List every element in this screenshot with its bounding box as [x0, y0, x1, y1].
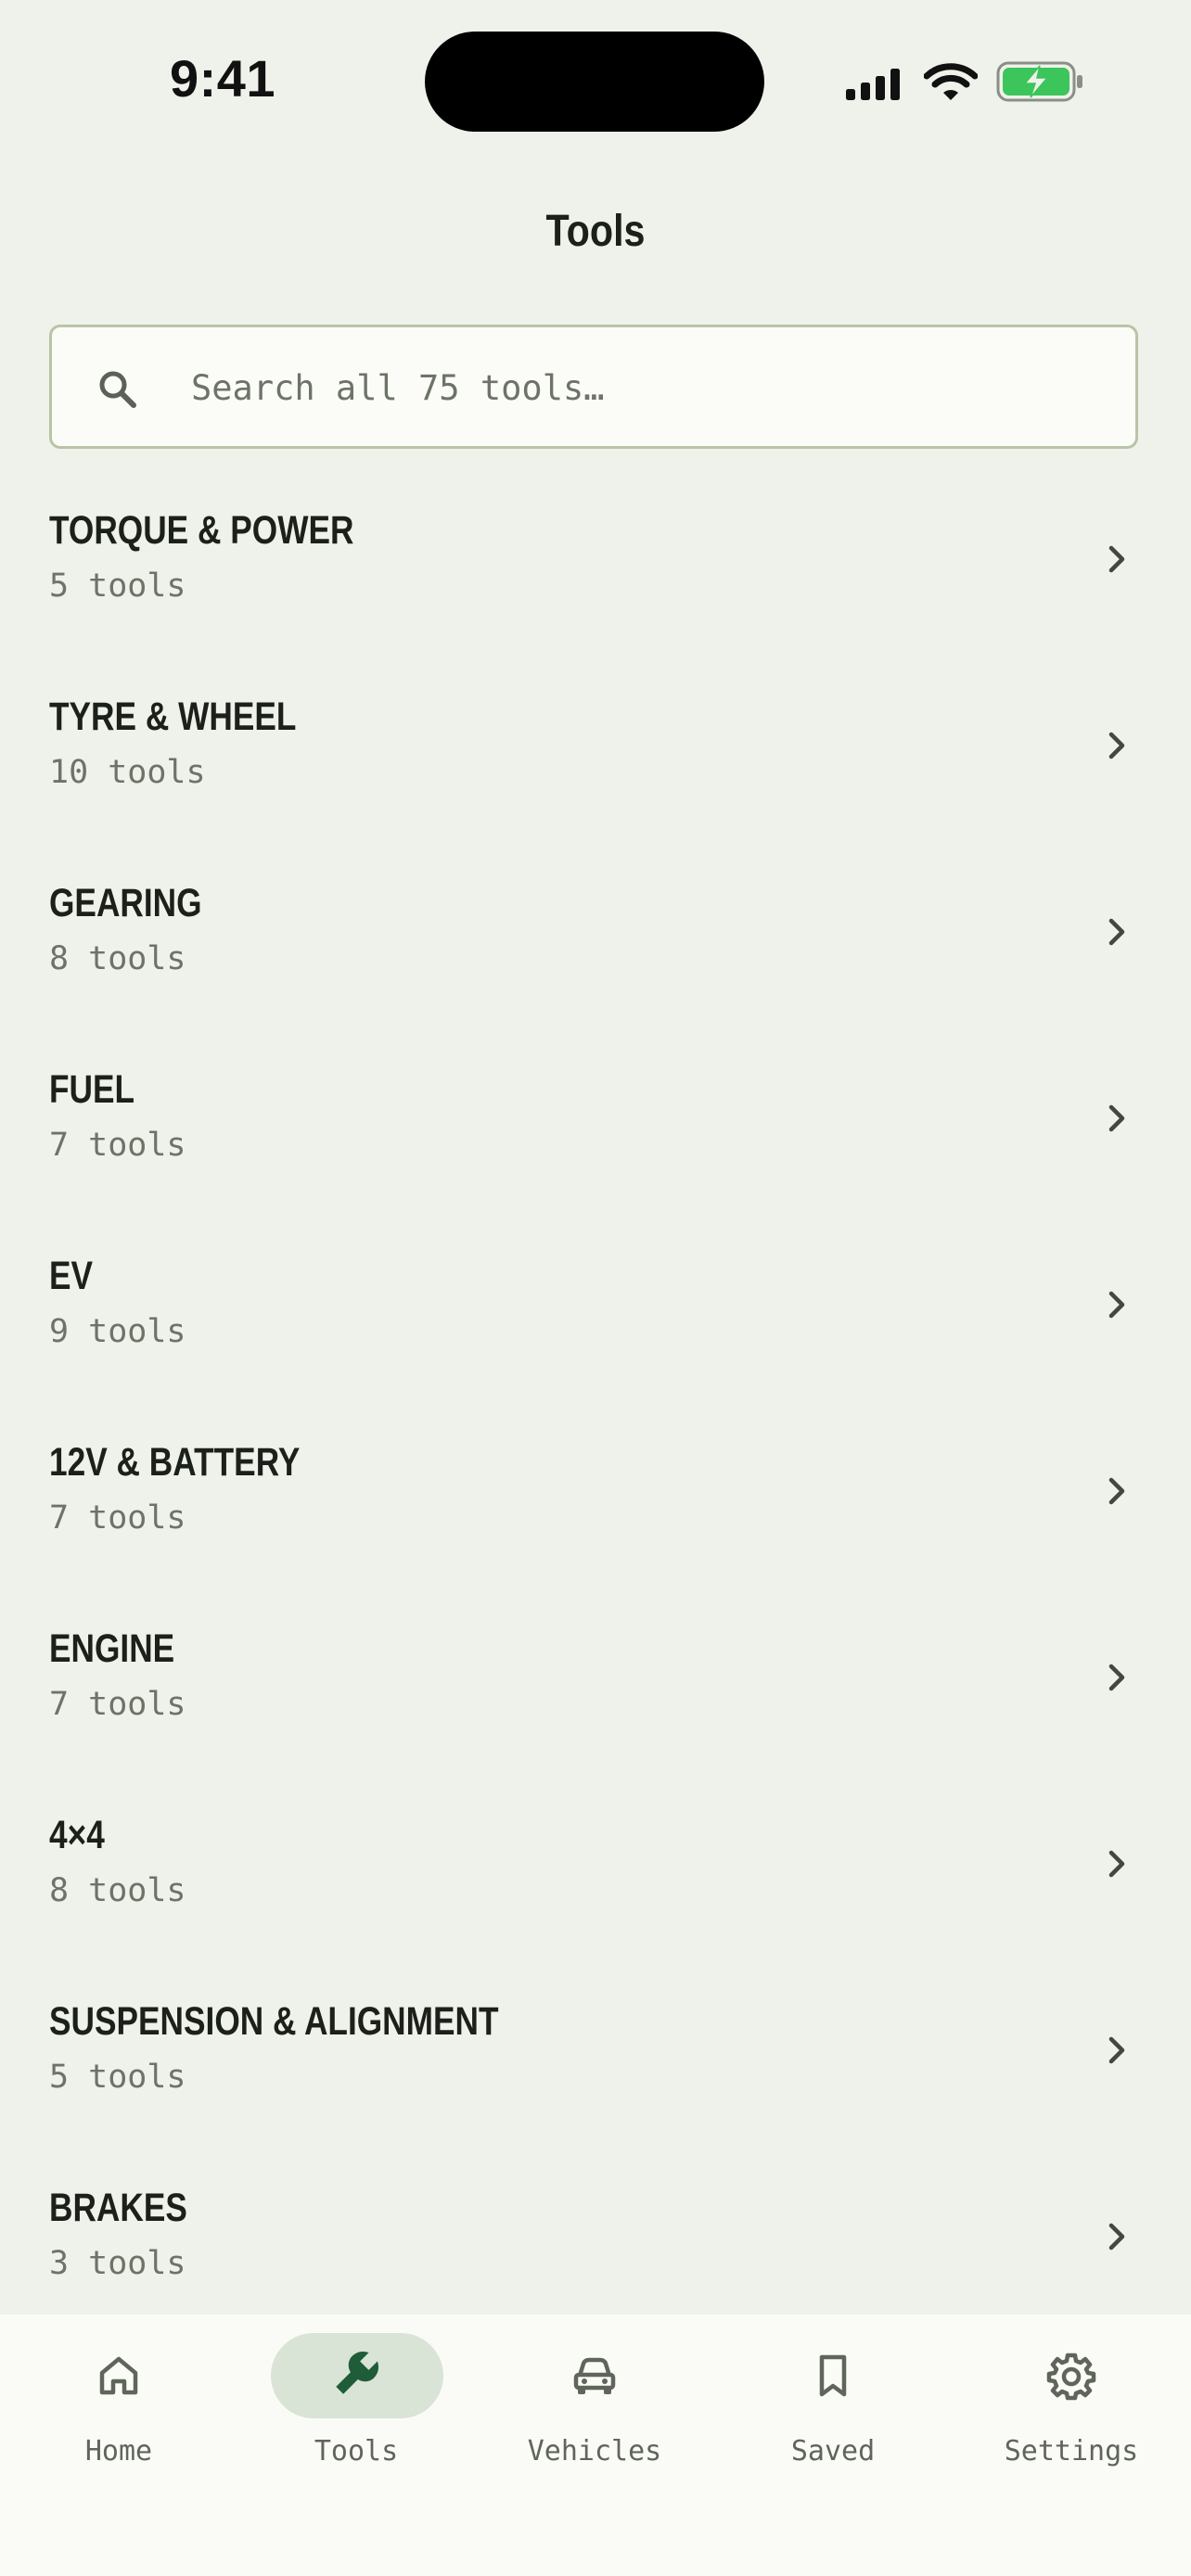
category-count: 3 tools	[49, 2245, 186, 2282]
chevron-right-icon	[1108, 918, 1125, 946]
category-item-fuel[interactable]: FUEL 7 tools	[0, 1023, 1191, 1208]
wifi-icon	[924, 63, 978, 100]
tab-settings[interactable]: Settings	[953, 2315, 1190, 2500]
chevron-right-icon	[1108, 545, 1125, 573]
tab-saved[interactable]: Saved	[714, 2315, 952, 2500]
category-item-suspension-alignment[interactable]: SUSPENSION & ALIGNMENT 5 tools	[0, 1955, 1191, 2140]
status-icons	[842, 59, 1083, 104]
category-item-brakes[interactable]: BRAKES 3 tools	[0, 2141, 1191, 2327]
search-icon	[99, 371, 136, 408]
status-bar: 9:41	[0, 0, 1191, 158]
bookmark-icon	[819, 2354, 847, 2397]
category-name: 12V & BATTERY	[49, 1440, 301, 1485]
home-icon	[99, 2356, 138, 2395]
category-count: 8 tools	[49, 1872, 186, 1909]
chevron-right-icon	[1108, 1291, 1125, 1319]
chevron-right-icon	[1108, 1104, 1125, 1132]
tab-tools[interactable]: Tools	[237, 2315, 475, 2500]
category-item-engine[interactable]: ENGINE 7 tools	[0, 1582, 1191, 1767]
search-bar[interactable]	[49, 325, 1138, 449]
gear-icon	[1046, 2353, 1096, 2401]
category-count: 8 tools	[49, 940, 186, 977]
tab-label: Home	[84, 2435, 153, 2468]
chevron-right-icon	[1108, 2223, 1125, 2251]
page-title: Tools	[545, 207, 646, 256]
chevron-right-icon	[1108, 732, 1125, 759]
chevron-right-icon	[1108, 1850, 1125, 1878]
category-item-gearing[interactable]: GEARING 8 tools	[0, 836, 1191, 1022]
status-time: 9:41	[169, 49, 276, 108]
tools-screen: 9:41 Tools Search all 75 tools… TORQUE &…	[0, 0, 1191, 2576]
chevron-right-icon	[1108, 2036, 1125, 2064]
category-item-12v-battery[interactable]: 12V & BATTERY 7 tools	[0, 1396, 1191, 1581]
tab-home[interactable]: Home	[0, 2315, 237, 2500]
category-count: 5 tools	[49, 567, 186, 605]
category-count: 7 tools	[49, 1499, 186, 1537]
tab-label: Vehicles	[527, 2435, 662, 2468]
chevron-right-icon	[1108, 1664, 1125, 1691]
category-item-ev[interactable]: EV 9 tools	[0, 1209, 1191, 1395]
category-count: 9 tools	[49, 1313, 186, 1350]
category-count: 7 tools	[49, 1686, 186, 1723]
wrench-icon	[336, 2352, 378, 2394]
category-item-tyre-wheel[interactable]: TYRE & WHEEL 10 tools	[0, 650, 1191, 835]
category-name: ENGINE	[49, 1626, 175, 1671]
category-name: GEARING	[49, 881, 202, 925]
category-name: EV	[49, 1254, 94, 1298]
category-name: SUSPENSION & ALIGNMENT	[49, 1999, 499, 2044]
category-count: 10 tools	[49, 754, 206, 791]
category-name: FUEL	[49, 1067, 135, 1112]
bottom-tab-bar: Home Tools Vehicles Saved Settings	[0, 2315, 1191, 2576]
tab-label: Saved	[790, 2435, 876, 2468]
cellular-signal-icon	[846, 69, 900, 100]
category-item-4x4[interactable]: 4×4 8 tools	[0, 1768, 1191, 1954]
car-icon	[573, 2357, 616, 2394]
search-input[interactable]	[191, 355, 1100, 420]
category-name: TORQUE & POWER	[49, 508, 354, 553]
chevron-right-icon	[1108, 1477, 1125, 1505]
category-item-torque-power[interactable]: TORQUE & POWER 5 tools	[0, 464, 1191, 649]
category-count: 7 tools	[49, 1127, 186, 1164]
category-count: 5 tools	[49, 2059, 186, 2096]
category-name: TYRE & WHEEL	[49, 695, 297, 739]
battery-charging-icon	[996, 61, 1082, 102]
category-name: 4×4	[49, 1813, 105, 1857]
tab-vehicles[interactable]: Vehicles	[476, 2315, 713, 2500]
dynamic-island	[425, 32, 764, 132]
tab-label: Tools	[314, 2435, 399, 2468]
tab-label: Settings	[1004, 2435, 1139, 2468]
category-name: BRAKES	[49, 2186, 187, 2230]
